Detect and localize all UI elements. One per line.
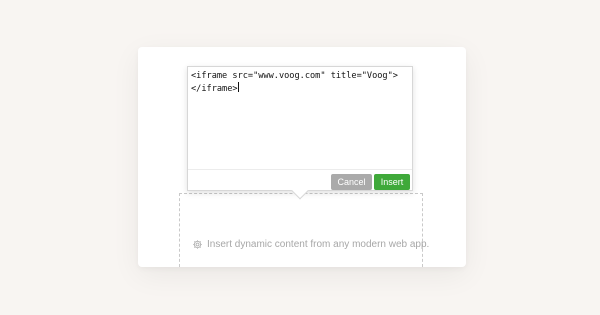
code-line-1: <iframe src="www.voog.com" title="Voog"> [191,71,398,81]
content-placeholder[interactable]: Insert dynamic content from any modern w… [179,193,429,267]
gear-icon [193,240,202,249]
placeholder-hint: Insert dynamic content from any modern w… [192,239,429,250]
placeholder-text: Insert dynamic content from any modern w… [207,239,430,250]
embed-card: Insert dynamic content from any modern w… [138,47,466,267]
text-caret [237,82,239,92]
code-line-2: </iframe> [191,84,238,94]
embed-code-editor[interactable]: <iframe src="www.voog.com" title="Voog">… [188,67,412,169]
embed-code-popover: <iframe src="www.voog.com" title="Voog">… [187,66,413,200]
insert-button[interactable]: Insert [374,174,410,190]
cancel-button[interactable]: Cancel [331,174,372,190]
